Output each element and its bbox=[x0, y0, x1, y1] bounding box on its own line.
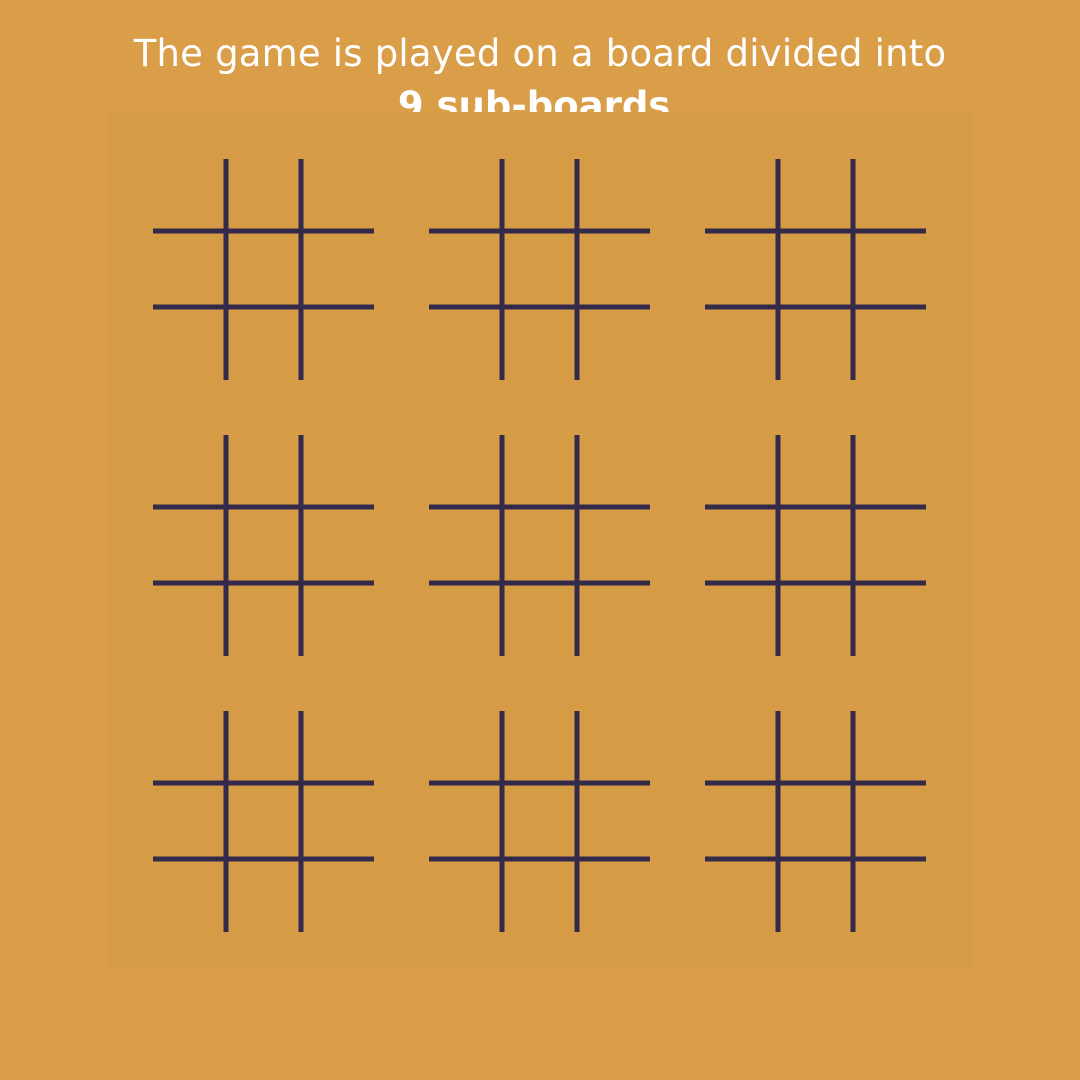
sub-board-r3-c3[interactable] bbox=[705, 711, 926, 932]
sub-board-r3-c2[interactable] bbox=[429, 711, 650, 932]
sub-board-r2-c3[interactable] bbox=[705, 435, 926, 656]
sub-board-r1-c2[interactable] bbox=[429, 159, 650, 380]
ultimate-tic-tac-toe-board bbox=[153, 159, 926, 932]
sub-board-r1-c3[interactable] bbox=[705, 159, 926, 380]
sub-board-r1-c1[interactable] bbox=[153, 159, 374, 380]
sub-board-r2-c1[interactable] bbox=[153, 435, 374, 656]
sub-board-r2-c2[interactable] bbox=[429, 435, 650, 656]
sub-board-r3-c1[interactable] bbox=[153, 711, 374, 932]
